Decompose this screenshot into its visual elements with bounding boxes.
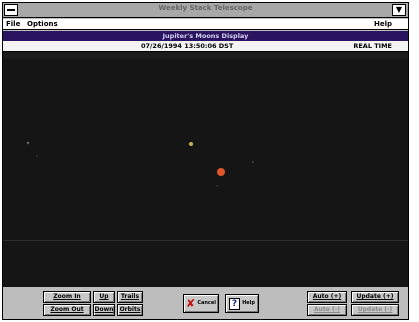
mode-readout: REAL TIME (353, 42, 392, 50)
zoom-out-button[interactable]: Zoom Out (43, 304, 91, 316)
system-menu-icon[interactable] (4, 4, 18, 16)
help-question-icon: ? (229, 297, 241, 310)
help-label: Help (242, 300, 255, 306)
moon-right (252, 161, 254, 163)
info-bar: 07/26/1994 13:50:06 DST REAL TIME (3, 41, 408, 52)
menu-help[interactable]: Help (374, 19, 392, 29)
minimize-button[interactable]: ▼ (392, 4, 406, 16)
down-button[interactable]: Down (93, 304, 115, 316)
menu-file[interactable]: File (6, 19, 20, 29)
up-button[interactable]: Up (93, 291, 115, 303)
zoom-in-button[interactable]: Zoom In (43, 291, 91, 303)
moon-callisto (189, 142, 193, 146)
moon-below (216, 185, 218, 187)
moon-left (26, 141, 30, 145)
auto-minus-button[interactable]: Auto (-) (307, 304, 347, 316)
datetime-readout: 07/26/1994 13:50:06 DST (141, 42, 234, 50)
app-window: Weekly Stack Telescope ▼ File Options He… (2, 2, 409, 320)
cancel-label: Cancel (197, 300, 216, 306)
orbits-button[interactable]: Orbits (117, 304, 143, 316)
help-button[interactable]: ? Help (225, 294, 259, 313)
window-title: Weekly Stack Telescope (158, 4, 253, 12)
menu-bar: File Options Help (3, 19, 408, 30)
moons-canvas (3, 52, 408, 287)
cancel-button[interactable]: ✘ Cancel (183, 294, 219, 313)
moons-display[interactable] (3, 52, 408, 287)
update-minus-button[interactable]: Update (-) (351, 304, 399, 316)
display-title: Jupiter's Moons Display (3, 31, 408, 41)
trails-button[interactable]: Trails (117, 291, 143, 303)
moon-far-left (36, 155, 38, 157)
jupiter-planet (217, 168, 225, 176)
title-bar[interactable]: Weekly Stack Telescope ▼ (3, 3, 408, 18)
menu-options[interactable]: Options (27, 19, 58, 29)
control-panel: Zoom In Up Trails Zoom Out Down Orbits ✘… (3, 287, 408, 319)
auto-plus-button[interactable]: Auto (+) (307, 291, 347, 303)
cancel-x-icon: ✘ (186, 297, 196, 310)
update-plus-button[interactable]: Update (+) (351, 291, 399, 303)
